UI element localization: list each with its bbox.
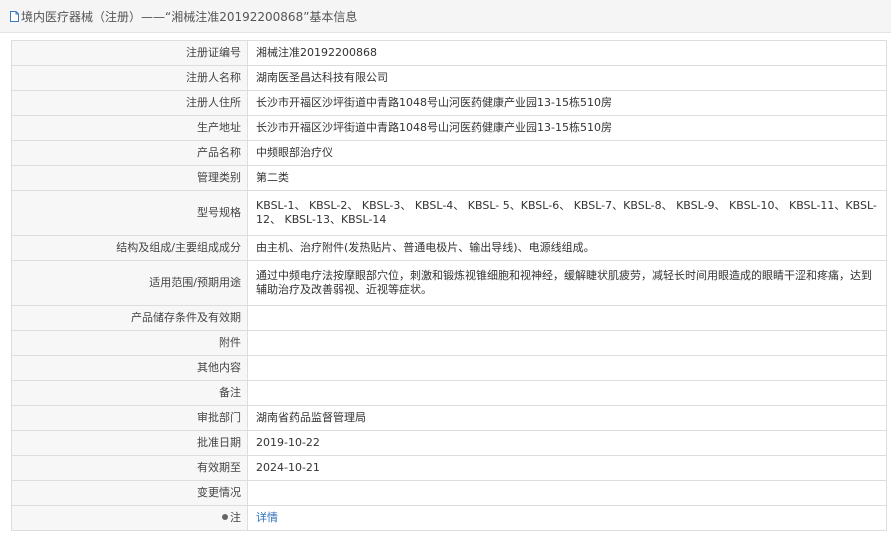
- row-value: 湖南省药品监督管理局: [247, 405, 887, 431]
- row-value: 湖南医圣昌达科技有限公司: [247, 65, 887, 91]
- row-value: 通过中频电疗法按摩眼部穴位，刺激和锻炼视锥细胞和视神经，缓解睫状肌疲劳，减轻长时…: [247, 260, 887, 306]
- info-table: 注册证编号 湘械注准20192200868 注册人名称 湖南医圣昌达科技有限公司…: [11, 40, 887, 531]
- document-icon: [10, 10, 19, 22]
- note-label-cell: 注: [11, 505, 248, 531]
- table-row: 备注: [11, 380, 887, 406]
- table-row: 注册人名称 湖南医圣昌达科技有限公司: [11, 65, 887, 91]
- row-label: 产品储存条件及有效期: [11, 305, 248, 331]
- row-value: 由主机、治疗附件(发热贴片、普通电极片、输出导线)、电源线组成。: [247, 235, 887, 261]
- row-value: [247, 355, 887, 381]
- info-table-container: 注册证编号 湘械注准20192200868 注册人名称 湖南医圣昌达科技有限公司…: [11, 40, 887, 531]
- table-row: 管理类别 第二类: [11, 165, 887, 191]
- table-row: 适用范围/预期用途 通过中频电疗法按摩眼部穴位，刺激和锻炼视锥细胞和视神经，缓解…: [11, 260, 887, 306]
- row-value: 第二类: [247, 165, 887, 191]
- details-link[interactable]: 详情: [256, 511, 278, 524]
- row-value: [247, 305, 887, 331]
- row-label: 注册人名称: [11, 65, 248, 91]
- row-label: 审批部门: [11, 405, 248, 431]
- row-label: 其他内容: [11, 355, 248, 381]
- row-value: 2019-10-22: [247, 430, 887, 456]
- table-row: 审批部门 湖南省药品监督管理局: [11, 405, 887, 431]
- row-label: 批准日期: [11, 430, 248, 456]
- row-value: 中频眼部治疗仪: [247, 140, 887, 166]
- row-label: 有效期至: [11, 455, 248, 481]
- table-row: 型号规格 KBSL-1、 KBSL-2、 KBSL-3、 KBSL-4、 KBS…: [11, 190, 887, 236]
- table-row: 注 详情: [11, 505, 887, 531]
- table-row: 结构及组成/主要组成成分 由主机、治疗附件(发热贴片、普通电极片、输出导线)、电…: [11, 235, 887, 261]
- row-label: 结构及组成/主要组成成分: [11, 235, 248, 261]
- row-label: 产品名称: [11, 140, 248, 166]
- table-row: 变更情况: [11, 480, 887, 506]
- table-row: 注册证编号 湘械注准20192200868: [11, 40, 887, 66]
- table-row: 生产地址 长沙市开福区沙坪街道中青路1048号山河医药健康产业园13-15栋51…: [11, 115, 887, 141]
- pin-icon: [222, 514, 228, 520]
- row-value: 湘械注准20192200868: [247, 40, 887, 66]
- table-row: 附件: [11, 330, 887, 356]
- row-value: KBSL-1、 KBSL-2、 KBSL-3、 KBSL-4、 KBSL- 5、…: [247, 190, 887, 236]
- note-value-cell: 详情: [247, 505, 887, 531]
- row-label: 变更情况: [11, 480, 248, 506]
- row-label: 注: [230, 511, 241, 524]
- table-row: 产品储存条件及有效期: [11, 305, 887, 331]
- row-label: 附件: [11, 330, 248, 356]
- row-label: 注册证编号: [11, 40, 248, 66]
- page-title: 境内医疗器械（注册）——“湘械注准20192200868”基本信息: [21, 9, 358, 24]
- table-row: 产品名称 中频眼部治疗仪: [11, 140, 887, 166]
- row-label: 型号规格: [11, 190, 248, 236]
- table-row: 有效期至 2024-10-21: [11, 455, 887, 481]
- page-header: 境内医疗器械（注册）——“湘械注准20192200868”基本信息: [0, 0, 891, 33]
- row-value: 长沙市开福区沙坪街道中青路1048号山河医药健康产业园13-15栋510房: [247, 90, 887, 116]
- row-label: 生产地址: [11, 115, 248, 141]
- table-row: 其他内容: [11, 355, 887, 381]
- row-value: 2024-10-21: [247, 455, 887, 481]
- row-value: [247, 330, 887, 356]
- row-value: [247, 380, 887, 406]
- row-value: [247, 480, 887, 506]
- row-label: 适用范围/预期用途: [11, 260, 248, 306]
- table-row: 注册人住所 长沙市开福区沙坪街道中青路1048号山河医药健康产业园13-15栋5…: [11, 90, 887, 116]
- row-label: 注册人住所: [11, 90, 248, 116]
- table-row: 批准日期 2019-10-22: [11, 430, 887, 456]
- row-label: 管理类别: [11, 165, 248, 191]
- row-label: 备注: [11, 380, 248, 406]
- row-value: 长沙市开福区沙坪街道中青路1048号山河医药健康产业园13-15栋510房: [247, 115, 887, 141]
